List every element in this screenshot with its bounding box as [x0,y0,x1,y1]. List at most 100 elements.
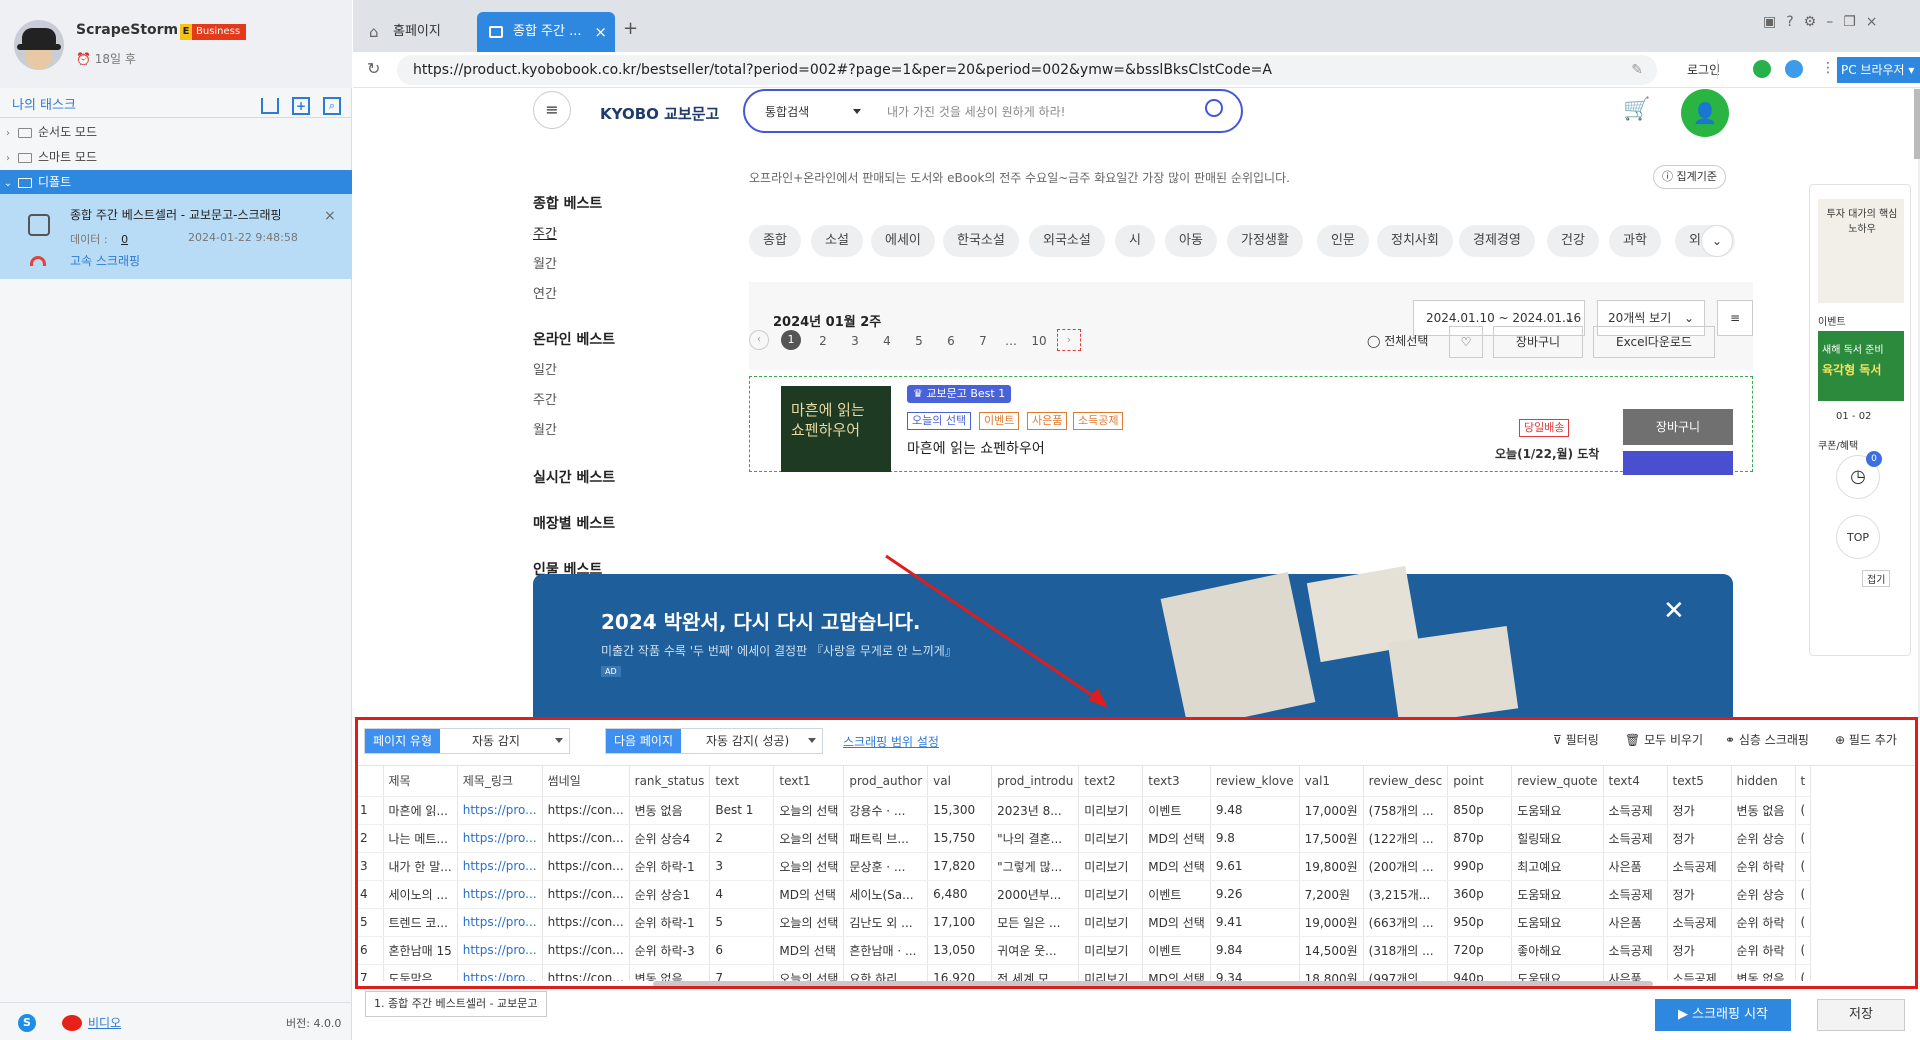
column-header[interactable]: point [1447,766,1513,797]
column-header[interactable]: val1 [1299,766,1364,797]
next-page-select[interactable]: 다음 페이지 자동 감지( 성공) [605,728,823,754]
column-header[interactable]: review_quote [1511,766,1604,797]
table-row[interactable]: 5 트렌드 코... https://pro... https://con... 순위 … [355,908,1812,937]
menu-item[interactable]: 연간 [533,283,557,302]
import-icon[interactable] [261,98,279,114]
table-row[interactable]: 4 세이노의 ... https://pro... https://con... 순위 … [355,880,1812,909]
column-header[interactable]: text2 [1078,766,1144,797]
column-header[interactable]: 썸네일 [542,766,630,797]
data-grid[interactable]: 제목 제목_링크 썸네일 rank_status text text1 prod_autho… [355,765,1915,981]
ad-banner[interactable]: 2024 박완서, 다시 다시 고맙습니다. 미출간 작품 수록 '두 번째' … [533,565,1733,717]
window-close-icon[interactable]: × [1866,14,1888,30]
task-tab[interactable]: 1. 종합 주간 베스트셀러 - 교보문고 [365,991,547,1017]
extension-icon[interactable] [1785,60,1803,78]
page-number[interactable]: 1 [781,330,801,350]
column-header[interactable] [355,766,384,797]
chevron-down-icon[interactable]: ⌄ [1701,225,1733,257]
column-header[interactable]: review_klove [1210,766,1300,797]
select-all[interactable]: ◯ 전체선택 [1367,332,1428,349]
side-ad-image[interactable]: 투자 대가의 핵심 노하우 [1818,199,1904,303]
table-row[interactable]: 6 혼한남매 15 https://pro... https://con... 순위 하… [355,936,1812,965]
close-icon[interactable]: × [594,12,607,52]
book-cover[interactable]: 마흔에 읽는 쇼펜하우어 [781,386,891,472]
tab-home[interactable]: ⌂ 홈페이지 [357,12,469,52]
list-view-icon[interactable]: ≡ [1717,300,1753,336]
minimize-icon[interactable]: – [1826,14,1843,30]
top-button[interactable]: TOP [1836,515,1880,559]
deep-scrape-button[interactable]: ⚭ 심층 스크래핑 [1725,731,1809,748]
close-icon[interactable]: × [324,208,336,224]
category-tab[interactable]: 과학 [1609,225,1661,257]
column-header[interactable]: text5 [1667,766,1732,797]
page-number[interactable]: 7 [973,334,993,348]
table-row[interactable]: 3 내가 한 말... https://pro... https://con... 순위… [355,852,1812,881]
task-item[interactable]: 종합 주간 베스트셀러 - 교보문고-스크래핑 데이터 : 0 2024-01-… [0,194,352,279]
url-input[interactable]: https://product.kyobobook.co.kr/bestsell… [397,55,1657,85]
cart-button[interactable]: 장바구니 [1493,326,1583,358]
hamburger-icon[interactable]: ≡ [533,91,571,129]
reload-icon[interactable]: ↻ [367,59,380,78]
gift-icon[interactable]: ▣ [1763,14,1786,30]
category-tab[interactable]: 시 [1115,225,1155,257]
page-number[interactable]: 6 [941,334,961,348]
youtube-icon[interactable] [62,1015,82,1031]
clear-all-button[interactable]: 🗑 모두 비우기 [1625,731,1703,748]
cart-icon[interactable]: 🛒 [1623,97,1650,122]
menu-head[interactable]: 실시간 베스트 [533,467,615,487]
avatar[interactable] [14,20,64,70]
search-input[interactable]: 내가 가진 것을 세상이 원하게 하라! [887,103,1065,120]
save-button[interactable]: 저장 [1817,999,1905,1031]
group-default[interactable]: ⌄ 디폴트 [0,170,352,195]
new-tab-icon[interactable]: + [623,18,638,39]
column-header[interactable]: text3 [1142,766,1211,797]
category-tab[interactable]: 아동 [1165,225,1217,257]
menu-head[interactable]: 종합 베스트 [533,193,602,213]
column-header[interactable]: prod_author [843,766,929,797]
heart-icon[interactable]: ♡ [1449,326,1483,358]
column-header[interactable]: text1 [773,766,845,797]
menu-head[interactable]: 매장별 베스트 [533,513,615,533]
buy-button[interactable] [1623,451,1733,475]
category-tab[interactable]: 한국소설 [943,225,1019,257]
column-header[interactable]: 제목 [383,766,458,797]
menu-item[interactable]: 일간 [533,359,557,378]
prev-page-icon[interactable]: ‹ [749,330,769,350]
add-field-button[interactable]: ⊕ 필드 추가 [1835,731,1897,748]
fold-button[interactable]: 접기 [1862,570,1891,587]
category-tab[interactable]: 외국소설 [1029,225,1105,257]
category-tab[interactable]: 건강 [1547,225,1599,257]
menu-item[interactable]: 월간 [533,253,557,272]
page-number[interactable]: 5 [909,334,929,348]
side-event[interactable]: 이벤트 [1818,313,1846,328]
book-title[interactable]: 마흔에 읽는 쇼펜하우어 [907,438,1045,458]
page-number[interactable]: 3 [845,334,865,348]
category-tab[interactable]: 소설 [811,225,863,257]
start-scraping-button[interactable]: ▶ 스크래핑 시작 [1655,999,1791,1031]
tab-bestseller[interactable]: 종합 주간 ... × [477,12,615,52]
search-type[interactable]: 통합검색 [765,103,809,120]
next-page-icon[interactable]: › [1057,329,1081,351]
close-icon[interactable]: ✕ [1663,596,1685,626]
skype-icon[interactable]: S [18,1014,36,1032]
filter-button[interactable]: ⊽ 필터링 [1553,731,1599,748]
menu-item[interactable]: 월간 [533,419,557,438]
criteria-button[interactable]: ⓘ 집계기준 [1653,165,1726,189]
page-number[interactable]: 10 [1029,334,1049,348]
category-tab[interactable]: 에세이 [871,225,935,257]
column-header[interactable]: t [1795,766,1812,797]
pc-browser-button[interactable]: PC 브라우저 ▾ [1837,57,1920,83]
user-icon[interactable]: 👤 [1681,89,1729,137]
video-link[interactable]: 비디오 [88,1014,121,1031]
column-header[interactable]: val [927,766,993,797]
column-header[interactable]: 제목_링크 [457,766,543,797]
new-task-icon[interactable]: + [292,97,310,115]
column-header[interactable]: prod_introdu [991,766,1080,797]
column-header[interactable]: text [709,766,775,797]
edit-icon[interactable]: ✎ [1631,55,1643,85]
category-tab[interactable]: 정치사회 [1377,225,1453,257]
site-logo[interactable]: KYOBO 교보문고 [600,103,719,124]
page-number[interactable]: 2 [813,334,833,348]
side-coupon[interactable]: 쿠폰/혜택 [1818,437,1858,452]
category-tab[interactable]: 가정생활 [1227,225,1303,257]
extension-icon[interactable] [1753,60,1771,78]
